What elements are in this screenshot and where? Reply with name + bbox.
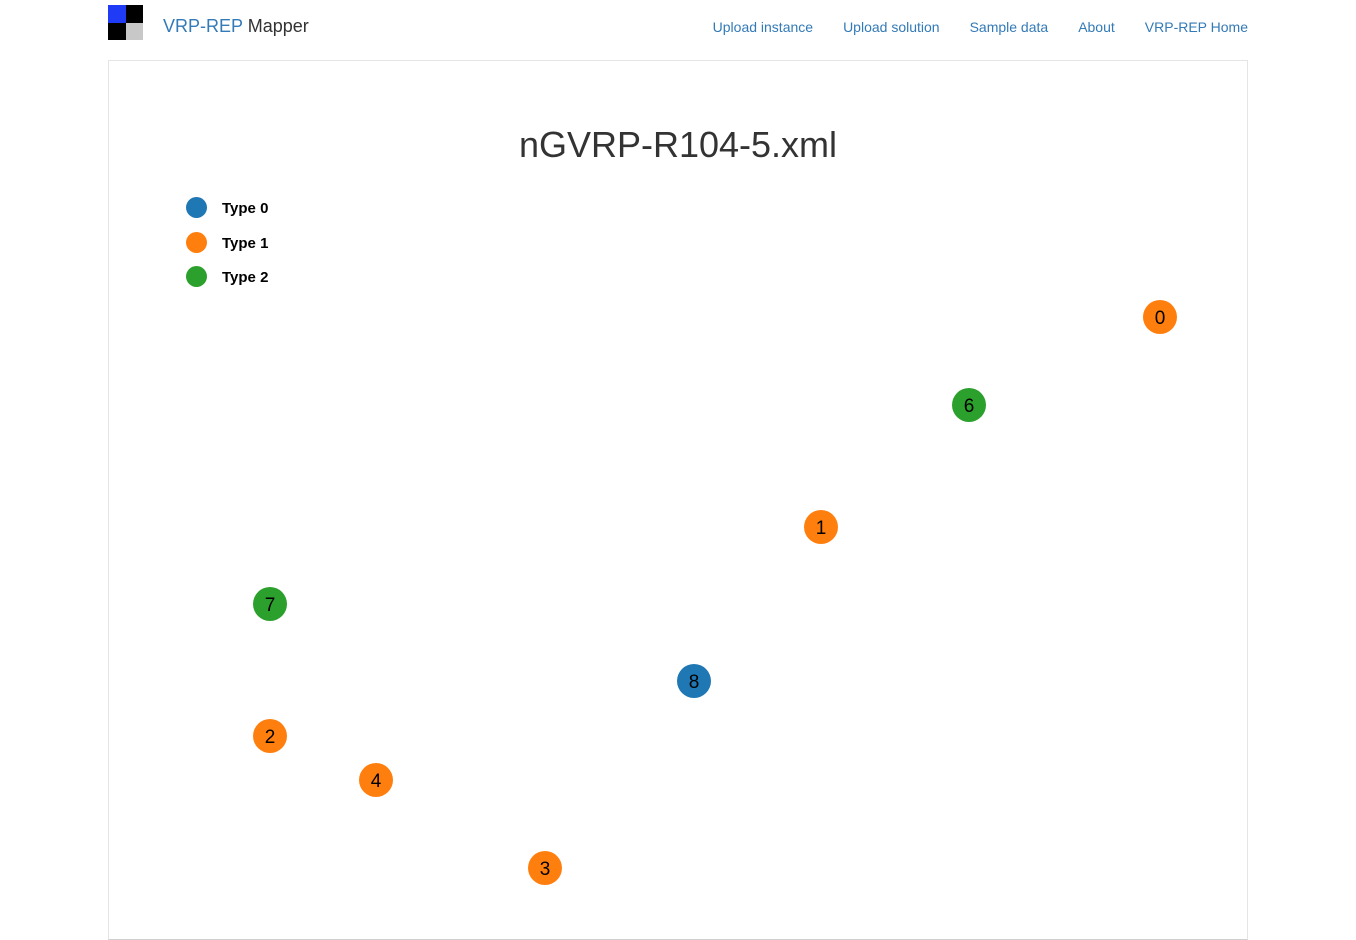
map-node-label: 8 [689,672,700,693]
map-node-3[interactable]: 3 [528,851,562,885]
map-panel[interactable]: nGVRP-R104-5.xml Type 0 Type 1 Type 2 01… [108,60,1248,940]
map-node-label: 2 [265,727,276,748]
map-node-label: 6 [964,396,975,417]
logo-square-bottom-right [125,22,143,40]
map-node-1[interactable]: 1 [804,510,838,544]
brand-name-part1: VRP-REP [163,16,243,36]
node-map-canvas[interactable]: 0 1 2 3 4 6 7 8 [109,61,1247,939]
vrp-rep-logo[interactable] [108,5,143,40]
map-node-label: 0 [1155,308,1166,329]
map-node-4[interactable]: 4 [359,763,393,797]
nav-upload-instance[interactable]: Upload instance [713,17,813,37]
navbar: VRP-REP Mapper Upload instance Upload so… [0,0,1356,54]
nav-about[interactable]: About [1078,17,1115,37]
nav-upload-solution[interactable]: Upload solution [843,17,940,37]
map-node-label: 4 [371,771,382,792]
nav-vrp-rep-home[interactable]: VRP-REP Home [1145,17,1248,37]
brand-name-part2: Mapper [247,16,309,36]
map-node-8[interactable]: 8 [677,664,711,698]
map-node-6[interactable]: 6 [952,388,986,422]
map-node-label: 1 [816,518,827,539]
nav-sample-data[interactable]: Sample data [970,17,1049,37]
map-node-0[interactable]: 0 [1143,300,1177,334]
logo-square-top-right [125,5,143,23]
logo-square-top-left [108,5,126,23]
logo-square-bottom-left [108,22,126,40]
map-node-7[interactable]: 7 [253,587,287,621]
nav-menu: Upload instance Upload solution Sample d… [713,17,1248,37]
brand-link[interactable]: VRP-REP Mapper [163,15,309,37]
map-node-2[interactable]: 2 [253,719,287,753]
map-node-label: 7 [265,595,276,616]
map-node-label: 3 [540,859,551,880]
